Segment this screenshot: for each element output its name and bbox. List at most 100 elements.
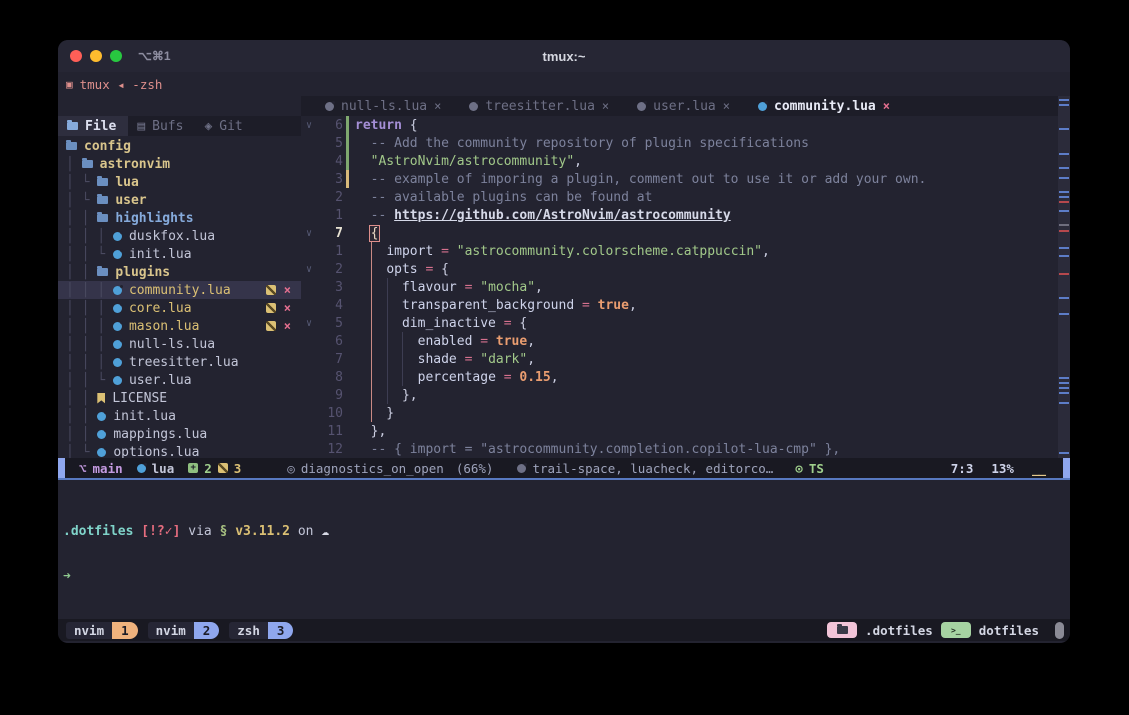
tree-row[interactable]: │ │ └ init.lua × [58, 245, 301, 263]
tree-row[interactable]: │ │ │ core.lua × [58, 299, 301, 317]
tree-row[interactable]: │ └ options.lua × [58, 443, 301, 458]
tmux-window[interactable]: zsh 3 [229, 622, 293, 639]
code-line[interactable]: ∨12 -- { import = "astrocommunity.comple… [301, 440, 1070, 458]
tree-row[interactable]: config × [58, 137, 301, 155]
tree-row[interactable]: │ │ │ mason.lua × [58, 317, 301, 335]
tree-row[interactable]: │ │ │ null-ls.lua × [58, 335, 301, 353]
tab-file[interactable]: File [58, 116, 128, 136]
close-icon[interactable]: × [284, 285, 291, 295]
diagnostics-percent: (66%) [456, 461, 494, 476]
shell-pane[interactable]: .dotfiles [!?✓] via § v3.11.2 on ☁ ➜ [58, 480, 1070, 619]
sidebar-tabs: File ▤ Bufs ◈ Git [58, 116, 301, 136]
tmux-window[interactable]: nvim 1 [66, 622, 138, 639]
close-icon[interactable]: × [284, 321, 291, 331]
modified-count: 3 [234, 461, 242, 476]
prompt-input-line[interactable]: ➜ [63, 569, 1070, 584]
added-count: 2 [204, 461, 212, 476]
tree-row[interactable]: │ │ │ treesitter.lua × [58, 353, 301, 371]
buffer-tab[interactable]: community.lua × [744, 96, 904, 116]
code-token: = [504, 316, 512, 331]
code-line[interactable]: ∨5 dim_inactive = { [301, 314, 1070, 332]
code-token [496, 316, 504, 331]
code-line[interactable]: ∨11 }, [301, 422, 1070, 440]
code-line[interactable]: ∨4 "AstroNvim/astrocommunity", [301, 152, 1070, 170]
git-branch-segment[interactable]: ⌥ main [79, 461, 123, 476]
tree-row[interactable]: │ │ └ user.lua × [58, 371, 301, 389]
tree-row[interactable]: │ │ plugins × [58, 263, 301, 281]
close-buffer-icon[interactable]: × [434, 99, 441, 113]
code-line[interactable]: ∨8 percentage = 0.15, [301, 368, 1070, 386]
minimize-window-button[interactable] [90, 50, 102, 62]
fold-chevron-icon[interactable]: ∨ [301, 264, 317, 275]
code-token [355, 298, 402, 313]
code-line[interactable]: ∨1 -- https://github.com/AstroNvim/astro… [301, 206, 1070, 224]
code-token: , [629, 298, 637, 313]
tree-row[interactable]: │ │ LICENSE × [58, 389, 301, 407]
close-buffer-icon[interactable]: × [883, 99, 890, 113]
close-buffer-icon[interactable]: × [602, 99, 609, 113]
tree-row[interactable]: │ │ │ community.lua × [58, 281, 301, 299]
prompt-via: via [188, 524, 211, 539]
buffer-tab[interactable]: null-ls.lua × [311, 96, 455, 116]
code-line[interactable]: ∨6return { [301, 116, 1070, 134]
code-line[interactable]: ∨2 opts = { [301, 260, 1070, 278]
close-window-button[interactable] [70, 50, 82, 62]
tmux-session-icon: ▣ [66, 78, 73, 91]
lua-file-icon [113, 250, 122, 259]
buffer-tab[interactable]: user.lua × [623, 96, 744, 116]
tree-item-label: treesitter.lua [129, 355, 239, 370]
code-line[interactable]: ∨7 { [301, 224, 1070, 242]
code-token: }, [355, 424, 386, 439]
close-icon[interactable]: × [284, 303, 291, 313]
tree-row[interactable]: │ └ lua × [58, 173, 301, 191]
code-line[interactable]: ∨6 enabled = true, [301, 332, 1070, 350]
tree-row[interactable]: │ │ │ duskfox.lua × [58, 227, 301, 245]
tree-item-badges: × [266, 303, 291, 313]
prompt-on: on [298, 524, 314, 539]
code-token: -- available plugins can be found at [355, 190, 652, 205]
code-token: , [551, 370, 559, 385]
minimap-mark [1059, 210, 1069, 212]
folder-icon [97, 214, 108, 222]
code-token: -- [355, 208, 394, 223]
fold-chevron-icon[interactable]: ∨ [301, 318, 317, 329]
minimap-mark [1059, 255, 1069, 257]
tab-bufs[interactable]: ▤ Bufs [128, 116, 195, 136]
line-number: 9 [317, 388, 343, 403]
code-line[interactable]: ∨7 shade = "dark", [301, 350, 1070, 368]
tmux-window-name: nvim [66, 622, 112, 639]
tree-row[interactable]: │ │ init.lua × [58, 407, 301, 425]
fold-chevron-icon[interactable]: ∨ [301, 120, 317, 131]
buffer-tab[interactable]: treesitter.lua × [455, 96, 623, 116]
scroll-pill[interactable] [1055, 622, 1064, 639]
tree-row[interactable]: │ astronvim × [58, 155, 301, 173]
code-line[interactable]: ∨9 }, [301, 386, 1070, 404]
scrollbar-minimap[interactable] [1058, 96, 1070, 458]
window-title: tmux:~ [58, 49, 1070, 64]
close-buffer-icon[interactable]: × [723, 99, 730, 113]
folder-icon [97, 268, 108, 276]
code-line[interactable]: ∨3 flavour = "mocha", [301, 278, 1070, 296]
code-line[interactable]: ∨10 } [301, 404, 1070, 422]
file-explorer-sidebar: File ▤ Bufs ◈ Git config [58, 96, 301, 458]
tree-row[interactable]: │ └ user × [58, 191, 301, 209]
code-token [574, 298, 582, 313]
code-line[interactable]: ∨4 transparent_background = true, [301, 296, 1070, 314]
tab-git[interactable]: ◈ Git [195, 116, 254, 136]
code-line[interactable]: ∨1 import = "astrocommunity.colorscheme.… [301, 242, 1070, 260]
minimap-mark [1059, 402, 1069, 404]
code-text: { [355, 226, 378, 241]
indent-guide [371, 242, 372, 422]
tree-row[interactable]: │ │ highlights × [58, 209, 301, 227]
lua-file-icon [113, 322, 122, 331]
tmux-window[interactable]: nvim 2 [148, 622, 220, 639]
fold-chevron-icon[interactable]: ∨ [301, 228, 317, 239]
zoom-window-button[interactable] [110, 50, 122, 62]
tree-row[interactable]: │ │ mappings.lua × [58, 425, 301, 443]
code-line[interactable]: ∨5 -- Add the community repository of pl… [301, 134, 1070, 152]
code-line[interactable]: ∨3 -- example of imporing a plugin, comm… [301, 170, 1070, 188]
code-line[interactable]: ∨2 -- available plugins can be found at [301, 188, 1070, 206]
code-text: transparent_background = true, [355, 298, 637, 313]
minimap-mark [1059, 273, 1069, 275]
minimap-mark [1059, 99, 1069, 101]
